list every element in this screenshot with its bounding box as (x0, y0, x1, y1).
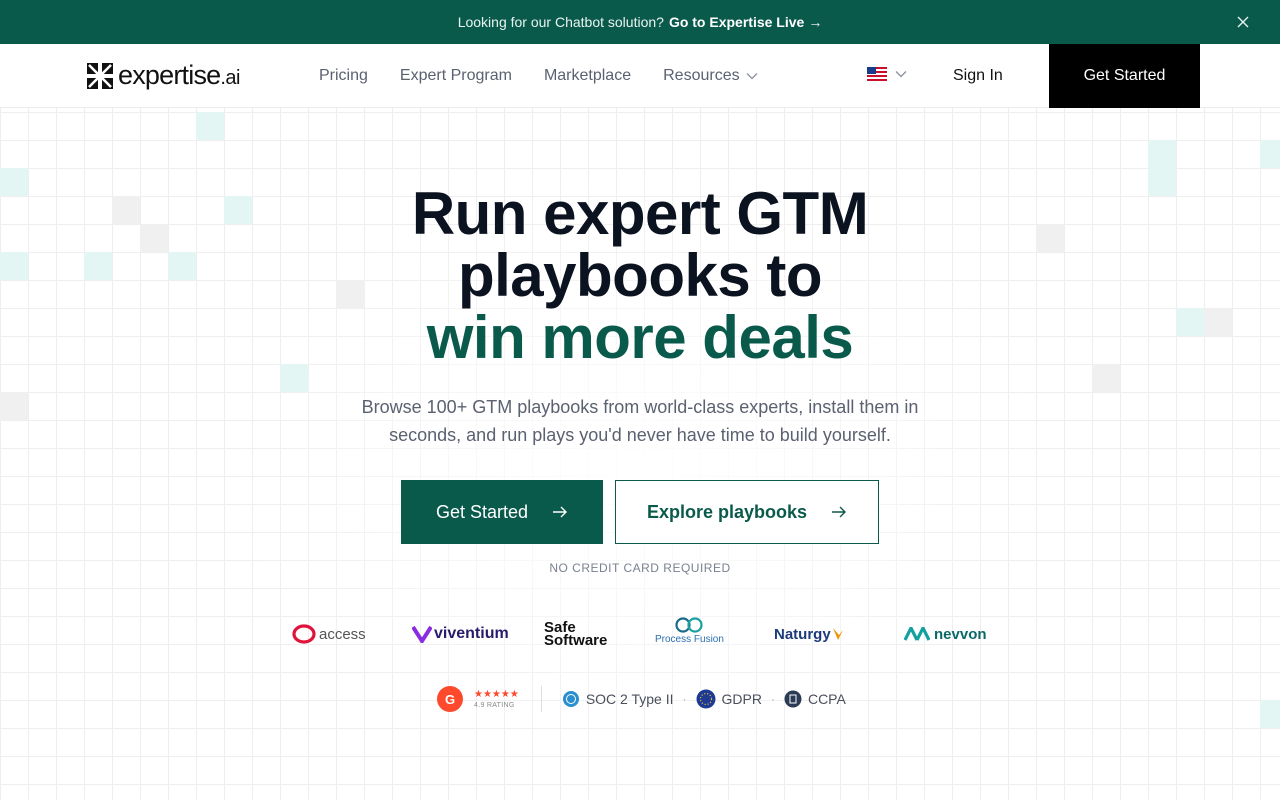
viventium-logo-text: viventium (434, 625, 509, 642)
gdpr-label: GDPR (721, 691, 762, 707)
get-started-button[interactable]: Get Started (401, 480, 603, 544)
sign-in-link[interactable]: Sign In (953, 44, 1003, 108)
grid-highlight-cell (0, 252, 28, 280)
grid-highlight-cell (1092, 364, 1120, 392)
logo-mark-icon (87, 62, 113, 89)
grid-highlight-cell (1260, 140, 1280, 168)
naturgy-logo-mark-icon (832, 628, 843, 640)
viventium-logo-mark-icon (412, 625, 432, 643)
expertise-live-link[interactable]: Go to Expertise Live (669, 14, 804, 30)
hero-subtitle: Browse 100+ GTM playbooks from world-cla… (361, 397, 919, 445)
main-nav: Pricing Expert Program Marketplace Resou… (319, 44, 790, 108)
grid-highlight-cell (84, 252, 112, 280)
nav-marketplace[interactable]: Marketplace (544, 67, 631, 85)
nevvon-logo-mark-icon (904, 627, 930, 641)
g2-rating: G ★★★★★ 4.9 RATING (436, 685, 519, 713)
nav-pricing[interactable]: Pricing (319, 67, 368, 85)
grid-highlight-cell (1176, 308, 1204, 336)
ccpa-label: CCPA (807, 691, 846, 707)
access-logo-mark-icon (292, 624, 316, 644)
access-logo-text: access (319, 625, 366, 643)
grid-highlight-cell (1148, 140, 1176, 168)
language-selector[interactable] (867, 67, 907, 81)
chevron-down-icon (746, 73, 758, 80)
announcement-text: Looking for our Chatbot solution? (457, 14, 664, 30)
process-fusion-logo-text: Process Fusion (655, 634, 724, 645)
close-icon[interactable] (1234, 13, 1252, 31)
get-started-label: Get Started (435, 501, 529, 522)
us-flag-icon (867, 67, 887, 81)
access-logo: access (292, 616, 366, 652)
arrow-right-icon (553, 506, 568, 518)
trust-badges: G ★★★★★ 4.9 RATING SOC 2 Type II · GDPR … (436, 684, 846, 714)
naturgy-logo: Naturgy (774, 616, 845, 652)
process-fusion-logo-mark-icon (675, 617, 704, 633)
safe-software-logo: Safe Software (544, 616, 607, 652)
grid-highlight-cell (168, 252, 196, 280)
announcement-bar: Looking for our Chatbot solution? Go to … (0, 0, 1280, 44)
customer-logos: access viventium Safe Software Process F… (0, 616, 1280, 652)
header-get-started-button[interactable]: Get Started (1049, 44, 1200, 108)
nav-expert-program[interactable]: Expert Program (400, 67, 512, 85)
viventium-logo: viventium (412, 616, 509, 652)
arrow-right-icon (832, 506, 847, 518)
site-header: expertise .ai Pricing Expert Program Mar… (0, 44, 1280, 108)
divider (540, 686, 542, 712)
grid-highlight-cell (0, 392, 28, 420)
separator-dot: · (682, 692, 687, 706)
logo[interactable]: expertise .ai (87, 60, 240, 91)
soc2-badge: SOC 2 Type II (562, 690, 674, 708)
grid-highlight-cell (196, 112, 224, 140)
safe-logo-line2: Software (544, 632, 608, 649)
hero-title-line1: Run expert GTM (411, 180, 869, 247)
no-credit-card-note: NO CREDIT CARD REQUIRED (549, 561, 731, 575)
grid-highlight-cell (1148, 168, 1176, 196)
explore-playbooks-button[interactable]: Explore playbooks (615, 480, 879, 544)
process-fusion-logo: Process Fusion (655, 616, 724, 652)
ccpa-icon (784, 690, 802, 708)
soc2-label: SOC 2 Type II (585, 691, 674, 707)
grid-highlight-cell (1260, 700, 1280, 728)
svg-text:G: G (445, 692, 455, 707)
chevron-down-icon (895, 71, 907, 78)
logo-tld: .ai (220, 66, 240, 89)
ccpa-badge: CCPA (784, 690, 846, 708)
g2-logo-icon: G (437, 686, 463, 712)
gdpr-badge: GDPR (696, 689, 762, 709)
separator-dot: · (770, 692, 775, 706)
grid-highlight-cell (112, 196, 140, 224)
hero-title-line2: playbooks to (457, 242, 823, 309)
rating-stars: ★★★★★ (474, 689, 519, 700)
logo-word: expertise (118, 60, 221, 90)
naturgy-logo-text: Naturgy (774, 625, 831, 643)
nav-resources-label: Resources (663, 67, 740, 84)
arrow-right-icon: → (808, 14, 823, 30)
nevvon-logo: nevvon (904, 616, 987, 652)
grid-highlight-cell (1036, 224, 1064, 252)
hero-title: Run expert GTM playbooks to win more dea… (240, 183, 1040, 369)
grid-highlight-cell (140, 224, 168, 252)
nav-resources[interactable]: Resources (663, 67, 758, 85)
explore-playbooks-label: Explore playbooks (646, 501, 808, 522)
soc2-icon (562, 691, 579, 707)
nevvon-logo-text: nevvon (934, 625, 987, 643)
grid-highlight-cell (1204, 308, 1232, 336)
hero-title-accent: win more deals (426, 304, 854, 371)
grid-highlight-cell (0, 168, 28, 196)
rating-text: 4.9 RATING (474, 702, 515, 709)
gdpr-icon (696, 689, 715, 709)
